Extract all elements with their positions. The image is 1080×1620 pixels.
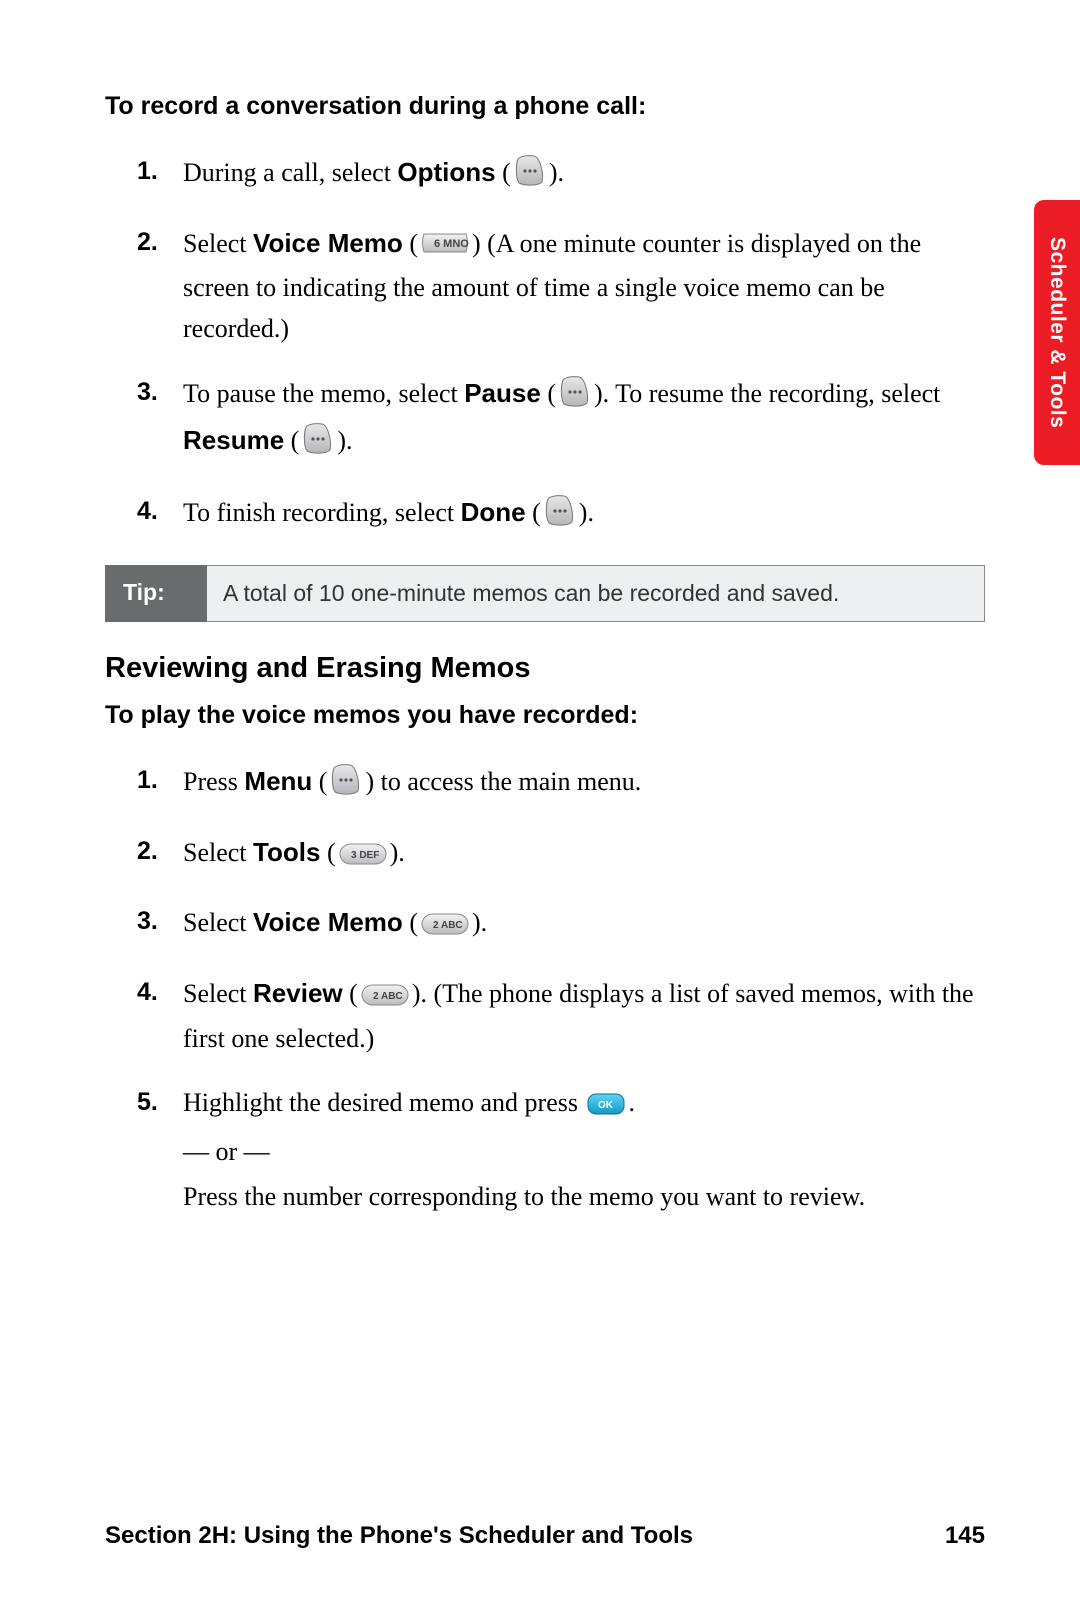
- step-text: (: [284, 426, 299, 455]
- step-text: (: [320, 838, 335, 867]
- key-2-icon: 2 ABC: [360, 979, 410, 1019]
- list-item: 3. To pause the memo, select Pause ( ). T…: [105, 373, 985, 468]
- voice-memo-label: Voice Memo: [253, 907, 403, 937]
- step-text: (: [343, 979, 358, 1008]
- manual-page: Scheduler & Tools To record a conversati…: [0, 0, 1080, 1620]
- step-number: 4.: [137, 973, 158, 1012]
- step-text: ).: [579, 498, 594, 527]
- review-label: Review: [253, 978, 343, 1008]
- step-number: 5.: [137, 1083, 158, 1122]
- step-number: 3.: [137, 902, 158, 941]
- step-text: To finish recording, select: [183, 498, 461, 527]
- step-text: .: [628, 1088, 635, 1117]
- list-item: 4. To finish recording, select Done ().: [105, 492, 985, 539]
- step-number: 3.: [137, 373, 158, 412]
- step-text: Select: [183, 908, 253, 937]
- or-divider: — or —: [183, 1132, 985, 1172]
- pause-label: Pause: [464, 378, 541, 408]
- ok-key-text: OK: [598, 1100, 614, 1111]
- page-number: 145: [945, 1522, 985, 1550]
- key-6-text: 6 MNO: [434, 238, 469, 250]
- key-2-icon: 2 ABC: [420, 908, 470, 948]
- step-text: ).: [472, 908, 487, 937]
- heading-reviewing-erasing: Reviewing and Erasing Memos: [105, 652, 985, 685]
- steps-record-call: 1. During a call, select Options (). 2. …: [105, 152, 985, 539]
- key-3-text: 3 DEF: [351, 850, 379, 861]
- key-2-text: 2 ABC: [373, 991, 403, 1002]
- options-label: Options: [397, 157, 495, 187]
- step-text: (: [312, 767, 327, 796]
- intro-play-memos: To play the voice memos you have recorde…: [105, 699, 985, 733]
- step-text: Select: [183, 838, 253, 867]
- step-text: Select: [183, 979, 253, 1008]
- step-number: 2.: [137, 832, 158, 871]
- done-label: Done: [461, 497, 526, 527]
- softkey-icon: [558, 374, 592, 420]
- step-text: ) to access the main menu.: [365, 767, 641, 796]
- intro-record-call: To record a conversation during a phone …: [105, 90, 985, 124]
- list-item: 1. During a call, select Options ().: [105, 152, 985, 199]
- step-text: (: [403, 229, 418, 258]
- tip-label: Tip:: [105, 565, 207, 622]
- key-6-icon: 6 MNO: [420, 228, 470, 268]
- step-number: 2.: [137, 223, 158, 262]
- list-item: 2. Select Voice Memo (6 MNO) (A one minu…: [105, 223, 985, 349]
- key-3-icon: 3 DEF: [338, 838, 388, 878]
- step-number: 1.: [137, 761, 158, 800]
- step-text: Highlight the desired memo and press: [183, 1088, 584, 1117]
- softkey-icon: [513, 153, 547, 199]
- tip-box: Tip: A total of 10 one-minute memos can …: [105, 565, 985, 622]
- step-text: ).: [549, 158, 564, 187]
- tip-body: A total of 10 one-minute memos can be re…: [207, 565, 985, 622]
- list-item: 3. Select Voice Memo (2 ABC).: [105, 902, 985, 948]
- step-text: Select: [183, 229, 253, 258]
- step-text: ). To resume the recording, select: [594, 379, 940, 408]
- step-text: ).: [337, 426, 352, 455]
- list-item: 1. Press Menu ( ) to access the main menu…: [105, 761, 985, 808]
- step-text: (: [403, 908, 418, 937]
- tools-label: Tools: [253, 837, 320, 867]
- page-footer: Section 2H: Using the Phone's Scheduler …: [105, 1522, 985, 1550]
- step-number: 1.: [137, 152, 158, 191]
- list-item: 4. Select Review (2 ABC). (The phone dis…: [105, 973, 985, 1060]
- ok-key-icon: OK: [586, 1088, 626, 1128]
- footer-section-title: Section 2H: Using the Phone's Scheduler …: [105, 1522, 693, 1550]
- steps-play-memos: 1. Press Menu ( ) to access the main menu…: [105, 761, 985, 1217]
- step-number: 4.: [137, 492, 158, 531]
- softkey-icon: [543, 493, 577, 539]
- step-text: (: [526, 498, 541, 527]
- resume-label: Resume: [183, 425, 284, 455]
- menu-label: Menu: [244, 766, 312, 796]
- list-item: 5. Highlight the desired memo and press …: [105, 1083, 985, 1217]
- key-2-text: 2 ABC: [433, 920, 463, 931]
- softkey-icon: [301, 421, 335, 467]
- thumb-tab-label: Scheduler & Tools: [1045, 237, 1069, 428]
- step-text: During a call, select: [183, 158, 397, 187]
- step-text: ).: [390, 838, 405, 867]
- step-text: To pause the memo, select: [183, 379, 464, 408]
- thumb-tab: Scheduler & Tools: [1034, 200, 1080, 465]
- voice-memo-label: Voice Memo: [253, 228, 403, 258]
- softkey-icon: [329, 762, 363, 808]
- step-text: (: [496, 158, 511, 187]
- list-item: 2. Select Tools (3 DEF).: [105, 832, 985, 878]
- step-text: Press the number corresponding to the me…: [183, 1182, 865, 1211]
- step-text: (: [541, 379, 556, 408]
- step-text: Press: [183, 767, 244, 796]
